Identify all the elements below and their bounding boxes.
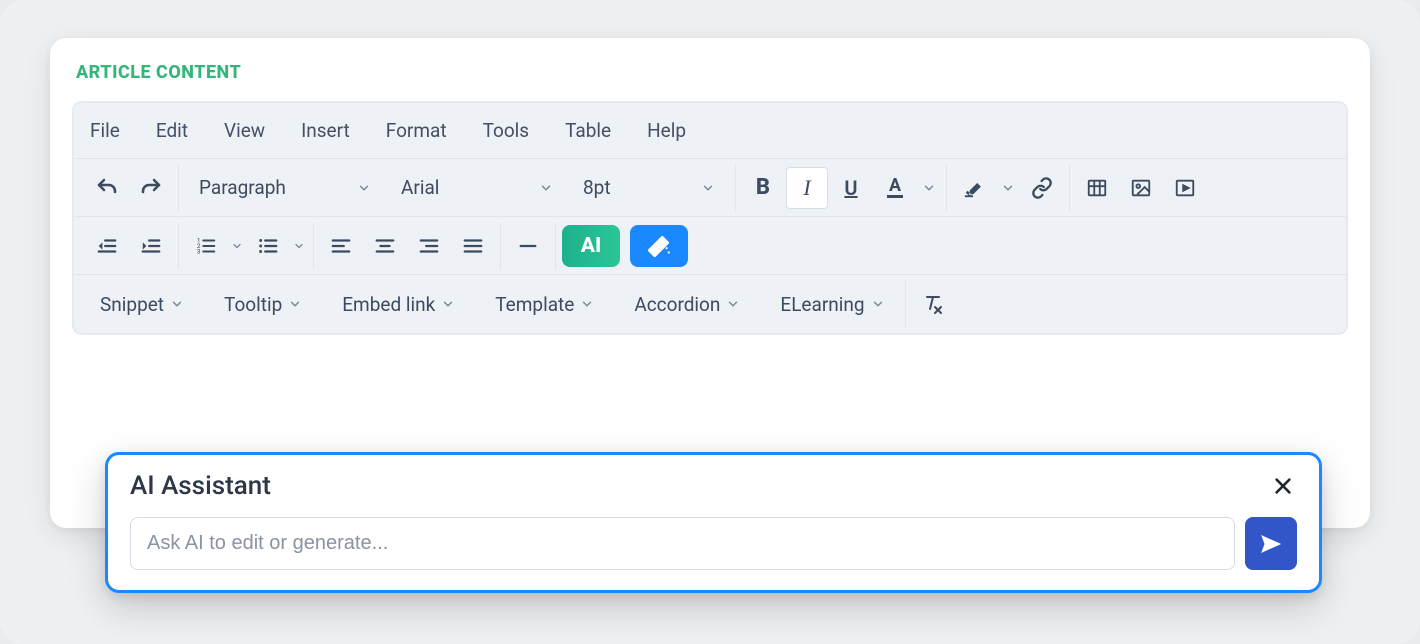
outdent-icon [96,235,118,257]
font-size-select[interactable]: 8pt [569,167,729,209]
elearning-dropdown[interactable]: ELearning [766,283,898,325]
image-icon [1130,177,1152,199]
ai-assistant-panel: AI Assistant [105,452,1322,593]
editor-toolbar-row-2: 123 [74,217,1346,275]
menu-table[interactable]: Table [559,111,617,150]
chevron-down-icon[interactable] [229,240,245,252]
align-right-button[interactable] [408,225,450,267]
font-family-label: Arial [401,176,439,199]
block-format-select[interactable]: Paragraph [185,167,385,209]
chevron-down-icon [288,297,302,311]
align-left-button[interactable] [320,225,362,267]
accordion-dropdown[interactable]: Accordion [620,283,754,325]
chevron-down-icon [357,181,371,195]
table-icon [1086,177,1108,199]
font-family-select[interactable]: Arial [387,167,567,209]
tooltip-label: Tooltip [224,293,282,316]
editor-toolbar-row-3: Snippet Tooltip Embed link Template [74,275,1346,333]
template-label: Template [495,293,574,316]
outdent-button[interactable] [86,225,128,267]
chevron-down-icon[interactable] [997,181,1019,195]
snippet-dropdown[interactable]: Snippet [86,283,198,325]
ai-magic-button[interactable] [630,225,688,267]
link-icon [1031,177,1053,199]
clear-formatting-icon [921,292,945,316]
bold-button[interactable]: B [742,167,784,209]
undo-icon [95,176,119,200]
font-size-label: 8pt [583,176,611,199]
rich-text-editor: File Edit View Insert Format Tools Table… [72,101,1348,335]
redo-icon [139,176,163,200]
menu-file[interactable]: File [84,111,126,150]
insert-media-button[interactable] [1164,167,1206,209]
insert-image-button[interactable] [1120,167,1162,209]
text-color-icon: A [887,177,903,198]
align-center-button[interactable] [364,225,406,267]
snippet-label: Snippet [100,293,164,316]
chevron-down-icon [539,181,553,195]
align-left-icon [330,235,352,257]
block-format-label: Paragraph [199,176,286,199]
ai-button[interactable]: AI [562,225,620,267]
menu-edit[interactable]: Edit [150,111,194,150]
underline-button[interactable]: U [830,167,872,209]
align-right-icon [418,235,440,257]
link-button[interactable] [1021,167,1063,209]
numbered-list-button[interactable]: 123 [185,225,227,267]
redo-button[interactable] [130,167,172,209]
ai-assistant-send-button[interactable] [1245,517,1297,570]
menu-format[interactable]: Format [380,111,453,150]
embed-link-dropdown[interactable]: Embed link [328,283,469,325]
insert-table-button[interactable] [1076,167,1118,209]
chevron-down-icon [701,181,715,195]
template-dropdown[interactable]: Template [481,283,608,325]
accordion-label: Accordion [634,293,720,316]
align-center-icon [374,235,396,257]
chevron-down-icon [170,297,184,311]
elearning-label: ELearning [780,293,864,316]
chevron-down-icon[interactable] [291,240,307,252]
svg-text:3: 3 [197,247,201,255]
chevron-down-icon[interactable] [918,181,940,195]
indent-icon [140,235,162,257]
chevron-down-icon [580,297,594,311]
ai-assistant-close-button[interactable] [1269,472,1297,500]
highlight-button[interactable] [953,167,995,209]
undo-button[interactable] [86,167,128,209]
magic-wand-icon [646,233,672,259]
chevron-down-icon [726,297,740,311]
horizontal-rule-icon [517,235,539,257]
send-icon [1259,532,1283,556]
italic-button[interactable]: I [786,167,828,209]
ai-assistant-title: AI Assistant [130,471,271,501]
indent-button[interactable] [130,225,172,267]
editor-menubar: File Edit View Insert Format Tools Table… [74,103,1346,159]
chevron-down-icon [871,297,885,311]
clear-formatting-button[interactable] [912,283,954,325]
text-color-button[interactable]: A [874,167,916,209]
align-justify-button[interactable] [452,225,494,267]
section-title: ARTICLE CONTENT [76,62,1344,83]
chevron-down-icon [441,297,455,311]
highlighter-icon [963,177,985,199]
menu-insert[interactable]: Insert [295,111,356,150]
bullet-list-icon [257,235,279,257]
editor-toolbar-row-1: Paragraph Arial 8pt B I U [74,159,1346,217]
menu-help[interactable]: Help [641,111,692,150]
horizontal-rule-button[interactable] [507,225,549,267]
menu-tools[interactable]: Tools [477,111,536,150]
bullet-list-button[interactable] [247,225,289,267]
close-icon [1272,475,1294,497]
ai-button-label: AI [581,234,601,258]
ordered-list-icon: 123 [195,235,217,257]
tooltip-dropdown[interactable]: Tooltip [210,283,316,325]
menu-view[interactable]: View [218,111,271,150]
embed-link-label: Embed link [342,293,435,316]
align-justify-icon [462,235,484,257]
play-box-icon [1174,177,1196,199]
ai-assistant-input[interactable] [130,517,1235,570]
